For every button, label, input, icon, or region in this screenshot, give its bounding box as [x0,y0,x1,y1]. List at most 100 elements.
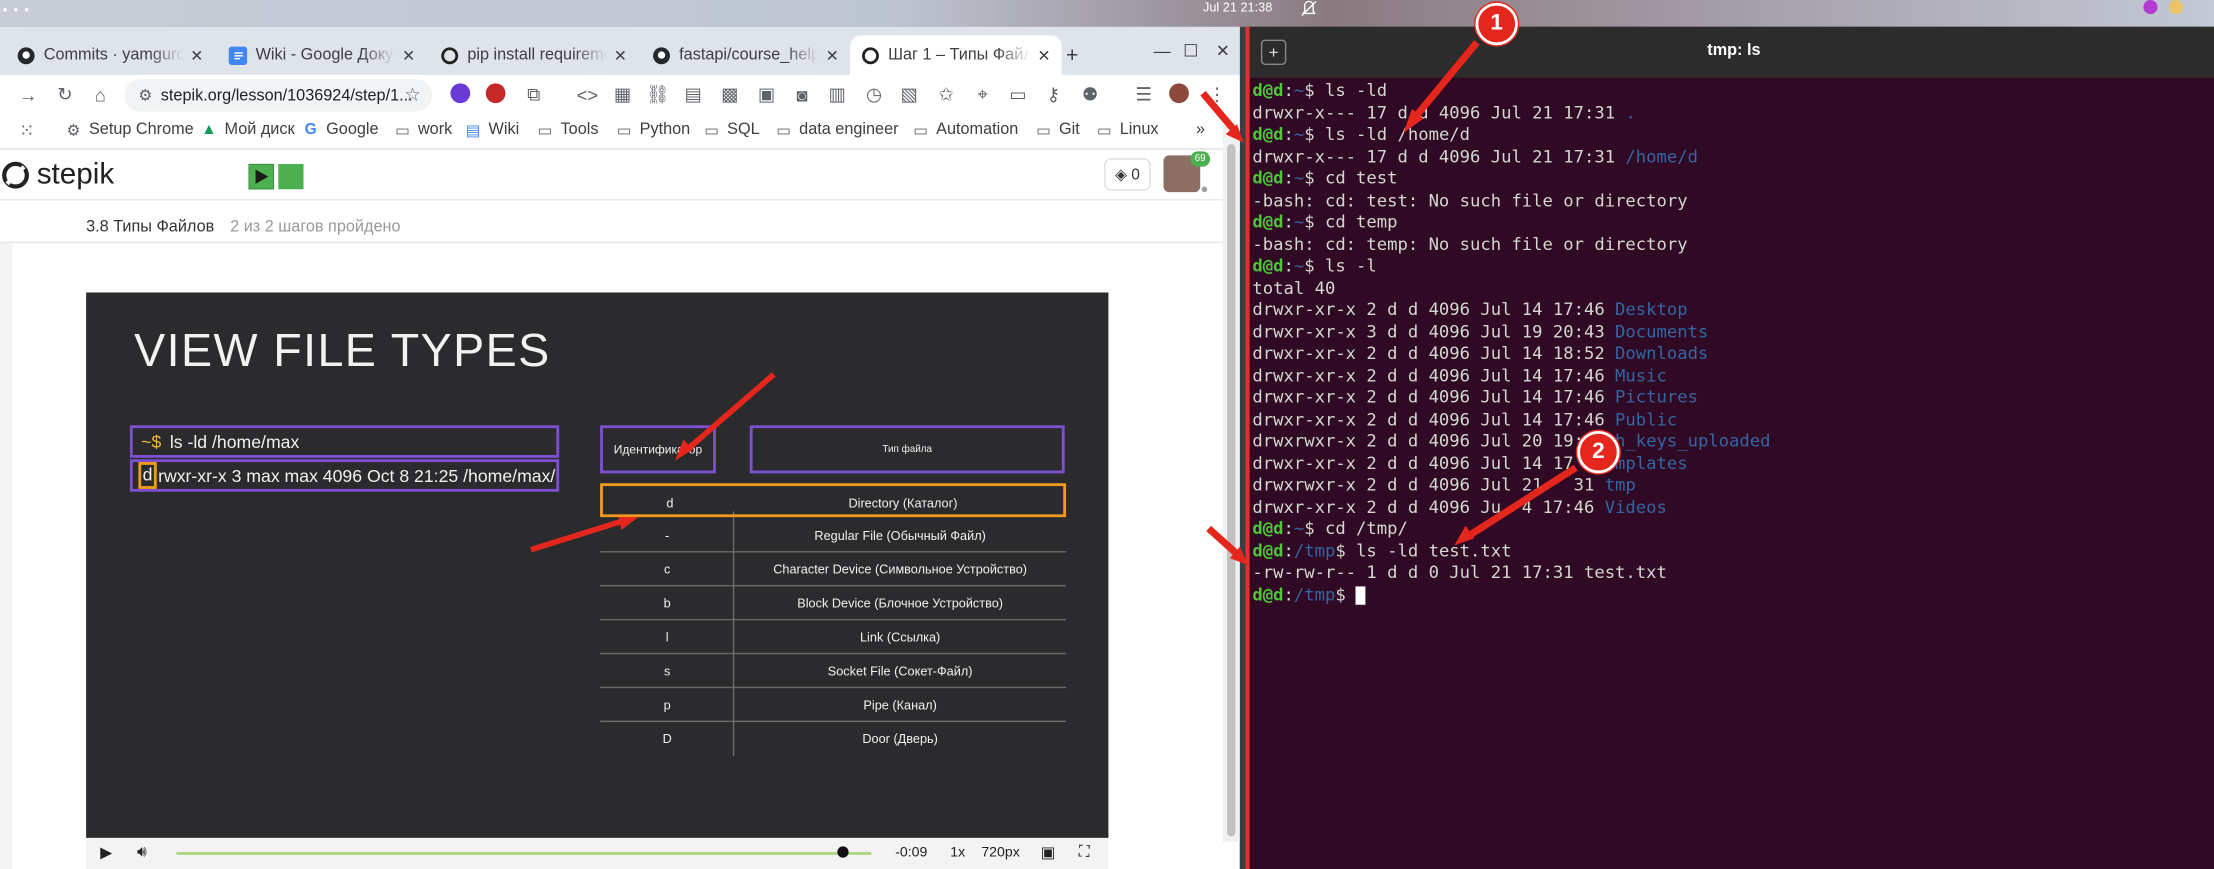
fullscreen-icon[interactable]: ⛶ [1079,844,1090,862]
row-id: D [662,731,672,747]
terminal-text: drwxr-xr-x 2 d d 4096 Ju 4 17:46 [1252,496,1605,517]
stepik-logo[interactable]: stepik [0,158,114,192]
bookmark-wiki[interactable]: ▤ Wiki [465,122,520,140]
bookmark-star-icon[interactable]: ☆ [404,83,420,106]
quality-button[interactable]: 720px [981,845,1019,861]
row-type: Block Device (Блочное Устройство) [797,596,1004,611]
bookmark-python[interactable]: ▭ Python [616,122,690,140]
extension-colorful-icon[interactable] [485,83,506,104]
terminal-line: d@d:~$ ls -ld [1252,81,1770,103]
home-icon[interactable]: ⌂ [88,82,113,107]
folder-icon: ▭ [395,122,410,140]
tab-commits[interactable]: Commits · yamgurov ✕ [6,35,215,75]
slide-command-box: ~$ ls -ld /home/max [129,425,560,458]
terminal-text: /tmp [1293,584,1336,605]
bookmark-google[interactable]: G Google [302,122,379,139]
forward-icon[interactable]: → [16,82,41,107]
green-square-icon[interactable] [278,163,304,190]
terminal-output[interactable]: d@d:~$ ls -ld drwxr-x--- 17 d d 4096 Jul … [1252,81,1770,607]
video-player[interactable]: VIEW FILE TYPES ~$ ls -ld /home/max d rw… [86,292,1109,838]
stepik-tab-icon [861,46,879,64]
terminal-window[interactable]: + tmp: ls d@d:~$ ls -ld drwxr-x--- 17 d d… [1245,26,2214,869]
extension-video-icon[interactable] [450,83,471,104]
tab-close-icon[interactable]: ✕ [826,46,839,64]
bookmark-work[interactable]: ▭ work [394,122,452,140]
tab-close-icon[interactable]: ✕ [402,46,415,64]
extension-link-icon[interactable]: ⛓ [645,82,670,107]
bookmark-data-engineer[interactable]: ▭ data engineer [775,122,898,140]
notifications-muted-icon[interactable] [1300,0,1317,17]
extension-screenshot-icon[interactable]: ◙ [789,82,814,107]
extension-table-icon[interactable]: ▦ [610,82,635,107]
lesson-title[interactable]: 3.8 Типы Файлов [86,219,214,236]
bookmark-git[interactable]: ▭ Git [1035,122,1080,140]
extension-card-icon[interactable]: ▭ [1005,82,1030,107]
extension-incognito-icon[interactable]: ⚉ [1077,82,1102,107]
bookmark-setup-chrome[interactable]: ⚙ Setup Chrome [65,122,193,140]
row-id: b [663,596,671,611]
extension-trash-icon[interactable]: ▥ [825,82,850,107]
bookmarks-bar: ⁙ ⚙ Setup Chrome ▲ Мой диск G Google ▭ work … [0,115,1240,150]
extension-history-icon[interactable]: ◷ [861,82,886,107]
terminal-text: : [1283,168,1294,188]
maximize-button[interactable]: ☐ [1183,41,1198,61]
tray-app-icon[interactable] [2143,0,2158,15]
site-info-icon[interactable]: ⚙ [138,86,152,105]
reading-list-icon[interactable]: ☰ [1131,82,1156,107]
bookmark-linux[interactable]: ▭ Linux [1096,122,1159,140]
extension-key-icon[interactable]: ⚷ [1041,82,1066,107]
video-progress-bar[interactable] [176,852,872,855]
address-bar[interactable]: ⚙ stepik.org/lesson/1036924/step/1... ☆ [124,79,433,112]
tab-close-icon[interactable]: ✕ [190,46,203,64]
run-button-icon[interactable] [248,163,274,190]
extension-star-icon[interactable]: ✩ [933,82,958,107]
reload-icon[interactable]: ↻ [52,82,77,107]
tab-wiki[interactable]: Wiki - Google Докум ✕ [217,35,426,75]
bookmark-automation[interactable]: ▭ Automation [912,122,1018,140]
score-badge[interactable]: ◈ 0 [1104,158,1151,191]
system-clock[interactable]: Jul 21 21:38 [1203,0,1272,14]
tab-stepik-active[interactable]: Шаг 1 – Типы Файло ✕ [850,35,1062,75]
terminal-text: $ ls -ld test.txt [1335,540,1512,561]
more-bookmarks-button[interactable]: » [1196,122,1205,139]
picture-in-picture-icon[interactable]: ▣ [1041,844,1056,862]
extension-reader-icon[interactable]: ▤ [681,82,706,107]
video-progress-handle[interactable] [837,846,850,858]
tab-pip-install[interactable]: pip install requireme ✕ [429,35,638,75]
playback-speed-button[interactable]: 1x [950,845,965,861]
profile-avatar-icon[interactable] [1169,83,1189,104]
notification-count-badge: 69 [1190,151,1211,167]
terminal-text: drwxr-xr-x 2 d d 4096 Jul 14 17:46 [1252,387,1616,407]
volume-icon[interactable]: 🔊︎ [137,844,147,862]
extension-puzzle-icon[interactable]: ⧉ [521,82,546,107]
play-icon[interactable]: ▶ [100,844,112,862]
terminal-line: d@d:~$ ls -ld /home/d [1252,124,1770,146]
page-scrollbar[interactable] [1222,124,1240,843]
terminal-line: d@d:~$ ls -l [1252,256,1770,278]
tab-fastapi[interactable]: fastapi/course_helpe ✕ [641,35,850,75]
extension-code-icon[interactable]: <> [575,82,600,107]
extension-notes-icon[interactable]: ▧ [897,82,922,107]
bookmark-my-drive[interactable]: ▲ Мой диск [201,122,294,139]
bookmark-sql[interactable]: ▭ SQL [703,121,760,140]
tab-close-icon[interactable]: ✕ [1038,46,1051,64]
apps-grid-icon[interactable]: ⁙ [14,119,39,144]
minimize-button[interactable]: — [1154,41,1171,61]
new-tab-button[interactable]: + [1066,44,1078,68]
bookmark-tools[interactable]: ▭ Tools [537,122,599,140]
extension-location-icon[interactable]: ⌖ [970,82,995,107]
close-window-button[interactable]: ✕ [1216,41,1230,61]
extension-translate-icon[interactable]: ▣ [754,82,779,107]
terminal-text: tmp [1604,474,1636,495]
tray-power-icon[interactable] [2168,0,2183,15]
chrome-menu-icon[interactable]: ⋮ [1204,82,1229,107]
extension-grid-icon[interactable]: ▩ [717,82,742,107]
bookmark-label: SQL [727,121,760,139]
github-icon [17,46,35,64]
terminal-text: h_keys_uploaded [1594,430,1771,451]
table-header-type: Тип файла [749,425,1065,474]
tab-close-icon[interactable]: ✕ [614,46,627,64]
scrollbar-thumb[interactable] [1227,144,1236,837]
workspace-dots[interactable]: • • • [3,3,30,17]
table-row: - Regular File (Обычный Файл) [600,519,1067,553]
